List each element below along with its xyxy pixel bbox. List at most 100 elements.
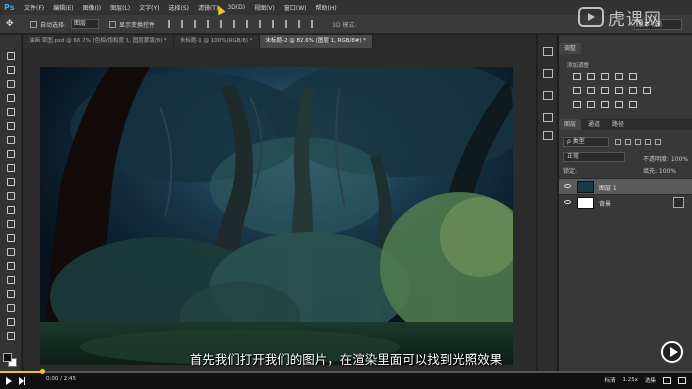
visibility-eye-icon[interactable] xyxy=(564,200,571,204)
menu-select[interactable]: 选择(S) xyxy=(168,3,189,12)
hand-tool-icon[interactable] xyxy=(5,303,17,314)
filter-type-icon[interactable] xyxy=(635,139,641,145)
move-tool-icon[interactable]: ✥ xyxy=(6,18,20,30)
distribute-bottom-icon[interactable] xyxy=(272,20,280,28)
crop-tool-icon[interactable] xyxy=(5,107,17,118)
layer-kind-filter[interactable]: ρ 类型 xyxy=(563,137,609,147)
properties-panel-icon[interactable] xyxy=(543,69,553,78)
menu-image[interactable]: 图像(I) xyxy=(83,3,101,12)
threshold-icon[interactable] xyxy=(601,101,609,108)
forest-night-artwork[interactable] xyxy=(40,67,513,365)
distribute-right-icon[interactable] xyxy=(311,20,319,28)
gradient-tool-icon[interactable] xyxy=(5,205,17,216)
menu-help[interactable]: 帮助(H) xyxy=(316,3,337,12)
play-logo-icon xyxy=(578,7,604,27)
hue-saturation-icon[interactable] xyxy=(573,87,581,94)
clone-source-panel-icon[interactable] xyxy=(543,131,553,140)
speed-button[interactable]: 1.25x xyxy=(622,377,638,383)
eraser-tool-icon[interactable] xyxy=(5,191,17,202)
color-balance-icon[interactable] xyxy=(587,87,595,94)
posterize-icon[interactable] xyxy=(587,101,595,108)
align-top-icon[interactable] xyxy=(168,20,176,28)
lasso-tool-icon[interactable] xyxy=(5,79,17,90)
brush-tool-icon[interactable] xyxy=(5,149,17,160)
menu-3d[interactable]: 3D(D) xyxy=(227,4,245,11)
distribute-left-icon[interactable] xyxy=(285,20,293,28)
quality-button[interactable]: 标清 xyxy=(604,376,615,384)
path-selection-tool-icon[interactable] xyxy=(5,275,17,286)
menu-edit[interactable]: 编辑(E) xyxy=(53,3,73,12)
layer-row[interactable]: 图层 1 xyxy=(559,178,692,194)
align-left-icon[interactable] xyxy=(207,20,215,28)
align-bottom-icon[interactable] xyxy=(194,20,202,28)
tab-layers[interactable]: 图层 xyxy=(559,119,582,130)
curves-icon[interactable] xyxy=(601,73,609,80)
distribute-vcenter-icon[interactable] xyxy=(259,20,267,28)
auto-select-dropdown[interactable]: 图层 xyxy=(71,19,100,29)
progress-track[interactable] xyxy=(0,369,692,374)
filter-adjustment-icon[interactable] xyxy=(625,139,631,145)
channel-mixer-icon[interactable] xyxy=(629,87,637,94)
levels-icon[interactable] xyxy=(587,73,595,80)
eyedropper-tool-icon[interactable] xyxy=(5,121,17,132)
history-brush-tool-icon[interactable] xyxy=(5,177,17,188)
opacity-field[interactable]: 不透明度: 100% xyxy=(643,154,688,163)
next-icon[interactable] xyxy=(19,377,26,385)
color-lookup-icon[interactable] xyxy=(643,87,651,94)
dodge-tool-icon[interactable] xyxy=(5,233,17,244)
tab-paths[interactable]: 路径 xyxy=(607,119,629,130)
blend-mode-dropdown[interactable]: 正常 xyxy=(563,152,625,162)
play-icon[interactable] xyxy=(6,377,12,385)
rectangle-tool-icon[interactable] xyxy=(5,289,17,300)
align-hcenter-icon[interactable] xyxy=(220,20,228,28)
type-tool-icon[interactable] xyxy=(5,261,17,272)
show-transform-checkbox[interactable] xyxy=(109,20,117,28)
photo-filter-icon[interactable] xyxy=(615,87,623,94)
vibrance-icon[interactable] xyxy=(629,73,637,80)
more-tools-icon[interactable] xyxy=(5,331,17,342)
layer-row[interactable]: 背景 xyxy=(559,194,692,210)
doc-tab-untitled-1[interactable]: 未标题-1 @ 100%(RGB/8) * xyxy=(173,35,260,48)
zoom-tool-icon[interactable] xyxy=(5,317,17,328)
marquee-tool-icon[interactable] xyxy=(5,65,17,76)
brush-settings-panel-icon[interactable] xyxy=(543,113,553,122)
gradient-map-icon[interactable] xyxy=(615,101,623,108)
align-right-icon[interactable] xyxy=(233,20,241,28)
auto-select-checkbox[interactable] xyxy=(30,20,37,28)
filter-smart-object-icon[interactable] xyxy=(655,139,661,145)
doc-tab-untitled-2[interactable]: 未标题-2 @ 82.6% (图层 1, RGB/8#) * xyxy=(259,35,374,48)
healing-brush-tool-icon[interactable] xyxy=(5,135,17,146)
info-panel-icon[interactable] xyxy=(543,91,553,100)
play-overlay-button[interactable] xyxy=(661,341,683,363)
filter-pixel-icon[interactable] xyxy=(615,139,621,145)
menu-view[interactable]: 视图(V) xyxy=(254,3,275,12)
blur-tool-icon[interactable] xyxy=(5,219,17,230)
tab-adjustments[interactable]: 调整 xyxy=(559,43,582,54)
menu-file[interactable]: 文件(F) xyxy=(24,3,44,12)
tab-channels[interactable]: 通道 xyxy=(583,119,605,130)
pen-tool-icon[interactable] xyxy=(5,247,17,258)
black-white-icon[interactable] xyxy=(601,87,609,94)
fill-field[interactable]: 填充: 100% xyxy=(643,166,676,175)
fullscreen-icon[interactable] xyxy=(678,376,686,384)
filter-shape-icon[interactable] xyxy=(645,139,651,145)
episodes-button[interactable]: 选集 xyxy=(645,376,656,384)
menu-window[interactable]: 窗口(W) xyxy=(284,3,307,12)
doc-tab-oil-sketch[interactable]: 油画 草图.psd @ 66.7% (色相/饱和度 1, 图层蒙版/8) * xyxy=(23,35,174,48)
menu-layer[interactable]: 图层(L) xyxy=(110,3,130,12)
move-tool-icon[interactable] xyxy=(5,51,17,62)
brightness-contrast-icon[interactable] xyxy=(573,73,581,80)
distribute-top-icon[interactable] xyxy=(246,20,254,28)
align-vcenter-icon[interactable] xyxy=(181,20,189,28)
distribute-hcenter-icon[interactable] xyxy=(298,20,306,28)
history-panel-icon[interactable] xyxy=(543,47,553,56)
magic-wand-tool-icon[interactable] xyxy=(5,93,17,104)
clone-stamp-tool-icon[interactable] xyxy=(5,163,17,174)
invert-icon[interactable] xyxy=(573,101,581,108)
selective-color-icon[interactable] xyxy=(629,101,637,108)
menu-type[interactable]: 文字(Y) xyxy=(139,3,159,12)
progress-knob[interactable] xyxy=(39,369,45,374)
visibility-eye-icon[interactable] xyxy=(564,184,571,188)
exposure-icon[interactable] xyxy=(615,73,623,80)
volume-icon[interactable] xyxy=(663,376,671,384)
